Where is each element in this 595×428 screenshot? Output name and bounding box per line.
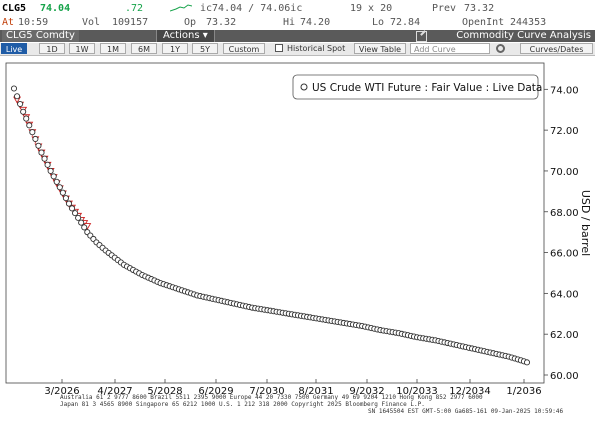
sparkline-icon [170, 4, 192, 12]
period-custom-button[interactable]: Custom [223, 43, 265, 54]
period-5y-button[interactable]: 5Y [192, 43, 218, 54]
title-bar: CLG5 Comdty Actions ▾ Commodity Curve An… [0, 30, 595, 42]
period-1y-button[interactable]: 1Y [162, 43, 188, 54]
historical-spot-checkbox[interactable] [275, 44, 283, 52]
view-table-button[interactable]: View Table [354, 43, 406, 54]
prev-value: 73.32 [464, 3, 495, 14]
live-data-point [75, 214, 82, 221]
legend: US Crude WTI Future : Fair Value : Live … [292, 74, 542, 100]
period-1d-button[interactable]: 1D [39, 43, 65, 54]
live-data-point [81, 224, 88, 231]
price-change: .72 [125, 3, 144, 14]
vol-value: 109157 [112, 17, 149, 28]
y-tick-label: 64.00 [550, 289, 579, 300]
period-1m-button[interactable]: 1M [100, 43, 126, 54]
live-data-point [53, 178, 60, 185]
op-value: 73.32 [206, 17, 237, 28]
y-tick-label: 68.00 [550, 208, 579, 219]
live-data-point [65, 200, 73, 207]
y-tick-label: 66.00 [550, 249, 579, 260]
live-data-point [23, 115, 30, 122]
quote-header: CLG5 74.04 .72 ic74.04 / 74.06ic 19 x 20… [0, 0, 595, 30]
curve-chart: 60.00 62.00 64.00 66.00 68.00 70.00 72.00 74.00… [5, 62, 592, 397]
plot-area [5, 62, 545, 384]
period-live-button[interactable]: Live [1, 43, 27, 54]
y-tick-label: 74.00 [550, 85, 579, 96]
live-data-point [35, 142, 42, 149]
live-data-point [56, 184, 63, 191]
at-label: At [2, 17, 15, 28]
y-axis: 60.00 62.00 64.00 66.00 68.00 70.00 72.00 74.00 [544, 85, 579, 382]
add-curve-input[interactable]: Add Curve [410, 43, 490, 54]
y-tick-label: 72.00 [550, 126, 579, 137]
lo-value: 72.84 [390, 17, 421, 28]
security-name[interactable]: CLG5 Comdty [2, 30, 79, 42]
op-label: Op [184, 17, 197, 28]
openint-label: OpenInt [462, 17, 505, 28]
live-data-point [14, 93, 21, 100]
openint-value: 244353 [510, 17, 547, 28]
live-data-point [47, 167, 54, 174]
size: 19 x 20 [350, 3, 393, 14]
prev-label: Prev [432, 3, 457, 14]
live-data-point [59, 189, 66, 196]
live-data-point [26, 122, 33, 129]
historical-spot-label: Historical Spot [287, 44, 346, 53]
live-data-point [62, 195, 69, 202]
footer-session: SN 1645504 EST GMT-5:00 Ga685-161 09-Jan… [368, 408, 564, 415]
live-data-point [41, 155, 48, 162]
y-axis-label: USD / barrel [579, 190, 592, 256]
actions-menu[interactable]: Actions ▾ [156, 30, 215, 42]
live-data-point [29, 129, 36, 136]
y-tick-label: 60.00 [550, 371, 579, 382]
live-data-point [17, 100, 24, 108]
live-data-point [38, 149, 45, 156]
live-data-point [44, 161, 51, 168]
period-6m-button[interactable]: 6M [131, 43, 157, 54]
vol-label: Vol [82, 17, 101, 28]
at-value: 10:59 [18, 17, 49, 28]
app-title: Commodity Curve Analysis [456, 30, 591, 41]
live-data-point [523, 359, 531, 366]
footer-copyright: Japan 81 3 4565 8900 Singapore 65 6212 1… [60, 401, 425, 408]
last-price: 74.04 [40, 3, 71, 14]
live-data-point [20, 108, 27, 115]
y-tick-label: 70.00 [550, 167, 579, 178]
hi-label: Hi [283, 17, 296, 28]
live-data-point [32, 135, 39, 143]
live-data-point [50, 173, 57, 180]
live-data-point [78, 219, 85, 226]
gear-icon[interactable] [496, 44, 505, 53]
footer: Australia 61 2 9777 8600 Brazil 5511 239… [0, 394, 595, 428]
ticker: CLG5 [2, 3, 27, 14]
hi-value: 74.20 [300, 17, 331, 28]
footer-contacts: Australia 61 2 9777 8600 Brazil 5511 239… [60, 394, 483, 401]
ic-range: ic74.04 / 74.06ic [200, 3, 303, 14]
y-tick-label: 62.00 [550, 330, 579, 341]
period-1w-button[interactable]: 1W [69, 43, 95, 54]
legend-live-label: US Crude WTI Future : Fair Value : Live … [312, 82, 542, 94]
lo-label: Lo [372, 17, 385, 28]
live-data-point [68, 205, 76, 212]
popout-icon[interactable] [416, 31, 427, 42]
live-data-point [72, 210, 79, 217]
curves-dates-button[interactable]: Curves/Dates [520, 43, 593, 54]
live-data-point [10, 85, 18, 92]
